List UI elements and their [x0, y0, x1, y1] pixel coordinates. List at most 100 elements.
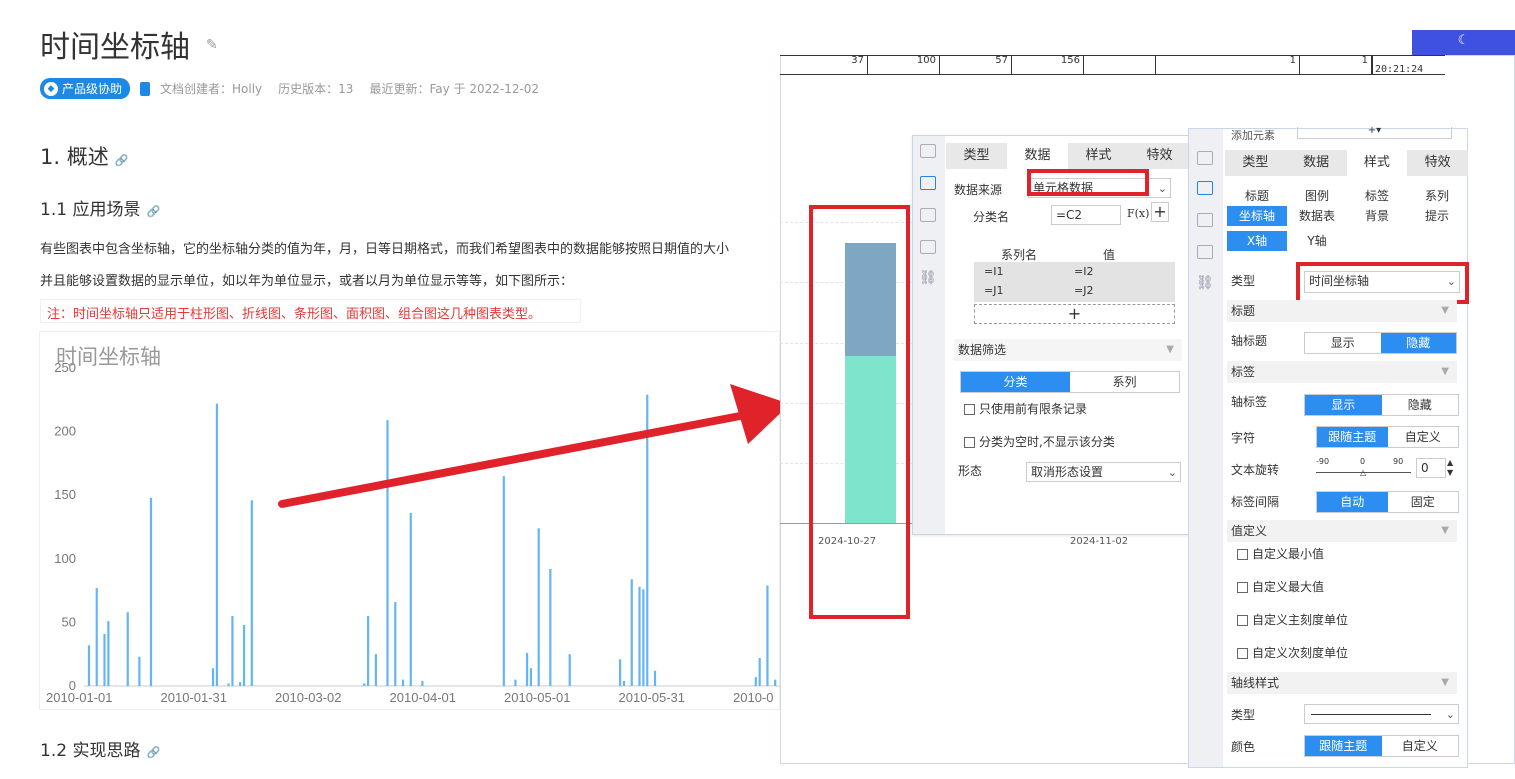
- rotate-slider[interactable]: -90 0 90 △: [1316, 457, 1411, 479]
- filter-category[interactable]: 分类: [961, 372, 1070, 392]
- custom-minor-checkbox[interactable]: 自定义次刻度单位: [1237, 644, 1348, 661]
- chevron-down-icon: ⌄: [1445, 708, 1455, 721]
- custom-max-checkbox[interactable]: 自定义最大值: [1237, 578, 1324, 595]
- custom-min-checkbox[interactable]: 自定义最小值: [1237, 545, 1324, 562]
- link-icon[interactable]: 🔗: [146, 205, 160, 218]
- subtab-label[interactable]: 标签: [1347, 186, 1407, 206]
- checkbox[interactable]: [1237, 615, 1248, 626]
- checkbox[interactable]: [964, 404, 975, 415]
- chart-attribute-icon[interactable]: [1197, 181, 1213, 195]
- subtab-background[interactable]: 背景: [1347, 206, 1407, 226]
- subtab-axis[interactable]: 坐标轴: [1227, 206, 1287, 226]
- y-tick-label: 200: [54, 424, 76, 439]
- color-custom[interactable]: 自定义: [1382, 736, 1459, 756]
- label-section[interactable]: 标签 ▼: [1227, 361, 1457, 383]
- chart-attribute-icon[interactable]: [920, 176, 936, 190]
- interval-fixed[interactable]: 固定: [1388, 492, 1459, 512]
- link-icon[interactable]: 🔗: [146, 746, 160, 759]
- filter-series[interactable]: 系列: [1070, 372, 1179, 392]
- cube-icon: ◆: [44, 81, 58, 96]
- axis-title-hide[interactable]: 隐藏: [1380, 333, 1456, 353]
- add-button[interactable]: +: [1151, 202, 1169, 222]
- widget-icon[interactable]: [920, 208, 936, 222]
- chart-type-icon[interactable]: [920, 144, 936, 158]
- filter-toggle: 分类 系列: [960, 371, 1180, 393]
- chart-bar: [514, 679, 517, 686]
- meta-version[interactable]: 历史版本：13: [278, 80, 353, 97]
- shape-select[interactable]: 取消形态设置 ⌄: [1026, 462, 1181, 482]
- tab-type[interactable]: 类型: [1225, 150, 1286, 176]
- tab-y-axis[interactable]: Y轴: [1287, 231, 1347, 251]
- axis-label-hide[interactable]: 隐藏: [1382, 395, 1459, 415]
- title-section[interactable]: 标题 ▼: [1227, 300, 1457, 322]
- slider-thumb[interactable]: △: [1360, 468, 1366, 477]
- series-cell[interactable]: =J1: [984, 284, 1003, 297]
- chart-bar: [126, 612, 129, 686]
- chart-bar: [138, 656, 141, 686]
- chart-bar: [239, 682, 242, 686]
- tab-data[interactable]: 数据: [1007, 143, 1068, 169]
- limit-records-checkbox[interactable]: 只使用前有限条记录: [964, 400, 1087, 417]
- axis-line-section[interactable]: 轴线样式 ▼: [1227, 672, 1457, 694]
- category-label: 分类名: [973, 210, 1010, 224]
- link-icon[interactable]: 🔗: [115, 154, 129, 167]
- x-tick-label: 2010-03-02: [275, 690, 342, 705]
- chart-bar: [409, 513, 412, 686]
- hide-empty-checkbox[interactable]: 分类为空时,不显示该分类: [964, 433, 1115, 450]
- stepper-icon[interactable]: ▲ ▼: [1447, 458, 1453, 478]
- formula-button[interactable]: F(x): [1127, 207, 1149, 220]
- edit-icon[interactable]: ✎: [206, 37, 222, 53]
- font-follow-theme[interactable]: 跟随主题: [1317, 427, 1388, 447]
- axis-title-show[interactable]: 显示: [1305, 333, 1381, 353]
- add-series-button[interactable]: +: [974, 304, 1175, 324]
- subtab-tooltip[interactable]: 提示: [1407, 206, 1467, 226]
- condition-icon[interactable]: [1197, 245, 1213, 259]
- chevron-down-icon: ▼: [1166, 344, 1174, 355]
- value-cell[interactable]: =J2: [1074, 284, 1093, 297]
- hyperlink-icon[interactable]: ⛓: [1196, 275, 1214, 291]
- chart-title: 时间坐标轴: [56, 345, 161, 369]
- highlight-preview-bar: [809, 205, 910, 619]
- tab-style[interactable]: 样式: [1346, 150, 1408, 176]
- subtab-datasheet[interactable]: 数据表: [1287, 206, 1347, 226]
- widget-icon[interactable]: [1197, 213, 1213, 227]
- hyperlink-icon[interactable]: ⛓: [919, 270, 937, 286]
- tab-effect[interactable]: 特效: [1407, 150, 1468, 176]
- tab-type[interactable]: 类型: [946, 143, 1007, 169]
- add-element-select[interactable]: +▾: [1297, 126, 1452, 139]
- tab-style[interactable]: 样式: [1068, 143, 1129, 169]
- chart-bar: [95, 588, 98, 686]
- checkbox[interactable]: [1237, 648, 1248, 659]
- series-cell[interactable]: =I1: [984, 265, 1003, 278]
- tab-x-axis[interactable]: X轴: [1227, 231, 1287, 251]
- chart-bar: [529, 668, 533, 686]
- line-type-select[interactable]: ⌄: [1304, 704, 1459, 724]
- strip-cell: 1: [1300, 56, 1372, 75]
- value-section[interactable]: 值定义 ▼: [1227, 520, 1457, 542]
- value-cell[interactable]: =I2: [1074, 265, 1093, 278]
- subtab-series[interactable]: 系列: [1407, 186, 1467, 206]
- filter-section[interactable]: 数据筛选 ▼: [954, 339, 1182, 361]
- subtab-title[interactable]: 标题: [1227, 186, 1287, 206]
- category-input[interactable]: =C2: [1051, 205, 1121, 225]
- preview-date-2: 2024-11-02: [1070, 536, 1129, 547]
- axis-label-show[interactable]: 显示: [1305, 395, 1382, 415]
- chart-type-icon[interactable]: [1197, 151, 1213, 165]
- tab-data[interactable]: 数据: [1285, 150, 1347, 176]
- condition-icon[interactable]: [920, 240, 936, 254]
- tab-effect[interactable]: 特效: [1129, 143, 1190, 169]
- checkbox[interactable]: [964, 437, 975, 448]
- rotate-max: 90: [1393, 457, 1404, 466]
- font-custom[interactable]: 自定义: [1388, 427, 1459, 447]
- theme-toggle-button[interactable]: ☾: [1412, 30, 1515, 56]
- rotate-input[interactable]: 0: [1416, 458, 1446, 478]
- color-follow-theme[interactable]: 跟随主题: [1305, 736, 1382, 756]
- checkbox[interactable]: [1237, 582, 1248, 593]
- custom-major-checkbox[interactable]: 自定义主刻度单位: [1237, 611, 1348, 628]
- space-badge[interactable]: ◆ 产品级协助: [40, 78, 131, 99]
- interval-auto[interactable]: 自动: [1317, 492, 1388, 512]
- chart-bar: [149, 497, 153, 686]
- subtab-legend[interactable]: 图例: [1287, 186, 1347, 206]
- axis-label-label: 轴标签: [1231, 395, 1268, 409]
- checkbox[interactable]: [1237, 549, 1248, 560]
